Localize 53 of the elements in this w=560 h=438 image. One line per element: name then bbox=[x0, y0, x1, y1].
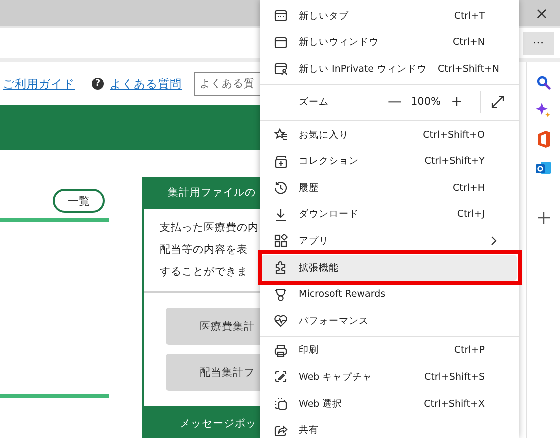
zoom-label: ズーム bbox=[299, 96, 330, 109]
heartbeat-icon bbox=[274, 314, 288, 328]
puzzle-icon bbox=[274, 261, 288, 276]
menu-item[interactable]: アプリ bbox=[262, 228, 517, 255]
help-badge: ? bbox=[92, 78, 104, 90]
printer-icon bbox=[274, 344, 288, 358]
menu-item[interactable]: Web 選択 Ctrl+Shift+X bbox=[262, 390, 517, 418]
guide-link[interactable]: ご利用ガイド bbox=[3, 76, 75, 92]
zoom-out-button[interactable]: — bbox=[382, 94, 408, 110]
sparkle-icon[interactable] bbox=[536, 103, 551, 118]
menu-item[interactable]: 新しい InPrivate ウィンドウ Ctrl+Shift+N bbox=[262, 56, 517, 83]
card-title: 集計用ファイルの bbox=[144, 177, 262, 209]
tab-icon bbox=[274, 9, 288, 24]
card-text: 配当等の内容を表 bbox=[160, 243, 249, 258]
search-icon[interactable] bbox=[536, 76, 550, 90]
trophy-icon bbox=[274, 288, 288, 302]
menu-item[interactable]: パフォーマンス bbox=[262, 308, 517, 335]
selection-icon bbox=[274, 397, 288, 412]
menu-item[interactable]: 履歴 Ctrl+H bbox=[262, 174, 517, 202]
menu-item[interactable]: Microsoft Rewards bbox=[262, 281, 517, 308]
close-button[interactable]: × bbox=[524, 4, 560, 22]
history-icon bbox=[274, 181, 288, 196]
faq-link[interactable]: よくある質問 bbox=[110, 76, 182, 92]
capture-icon bbox=[274, 370, 288, 384]
star-list-icon bbox=[274, 128, 288, 142]
private-window-icon bbox=[274, 62, 288, 76]
zoom-in-button[interactable]: + bbox=[444, 94, 470, 110]
menu-item[interactable]: 印刷 Ctrl+P bbox=[262, 338, 517, 364]
download-icon bbox=[274, 208, 288, 222]
search-field[interactable]: よくある質 bbox=[194, 72, 260, 96]
zoom-value: 100% bbox=[410, 96, 442, 108]
file-button[interactable]: 医療費集計 bbox=[166, 308, 262, 345]
menu-item[interactable]: お気に入り Ctrl+Shift+O bbox=[262, 122, 517, 148]
list-button[interactable]: 一覧 bbox=[53, 189, 105, 213]
menu-item[interactable]: コレクション Ctrl+Shift+Y bbox=[262, 148, 517, 175]
menu-item[interactable]: Web キャプチャ Ctrl+Shift+S bbox=[262, 364, 517, 391]
apps-icon bbox=[274, 234, 288, 248]
file-button[interactable]: 配当集計フ bbox=[166, 354, 262, 391]
menu-item[interactable]: 新しいタブ Ctrl+T bbox=[262, 3, 517, 30]
menu-item[interactable]: 新しいウィンドウ Ctrl+N bbox=[262, 30, 517, 56]
card-text: することができま bbox=[160, 265, 249, 280]
collection-icon bbox=[274, 154, 288, 169]
menu-item[interactable]: 共有 bbox=[262, 417, 517, 438]
menu-item[interactable]: ダウンロード Ctrl+J bbox=[262, 202, 517, 228]
fullscreen-icon[interactable] bbox=[491, 95, 505, 110]
window-icon bbox=[274, 36, 288, 50]
office-icon[interactable] bbox=[536, 131, 550, 148]
more-button[interactable]: ··· bbox=[523, 32, 554, 54]
mail-icon[interactable] bbox=[536, 161, 552, 176]
card-text: 支払った医療費の内 bbox=[160, 221, 260, 236]
add-icon[interactable] bbox=[538, 212, 550, 224]
share-icon bbox=[274, 424, 288, 438]
message-box-bar: メッセージボッ bbox=[144, 406, 262, 438]
